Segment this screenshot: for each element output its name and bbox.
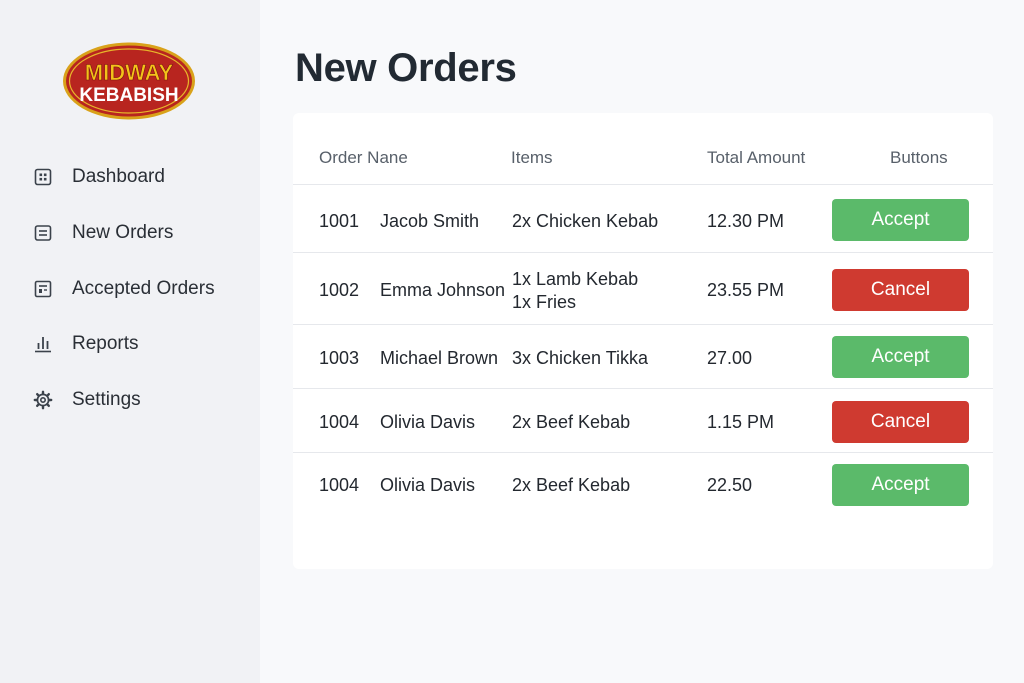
gear-icon <box>33 390 53 410</box>
order-items: 2x Chicken Kebab <box>512 210 658 233</box>
bar-chart-icon <box>33 334 53 354</box>
logo-emblem: MIDWAY KEBABISH <box>63 42 195 120</box>
order-total: 1.15 PM <box>707 412 775 432</box>
orders-list-icon <box>33 223 53 243</box>
sidebar-item-new-orders[interactable]: New Orders <box>0 213 260 253</box>
sidebar-item-label: Reports <box>72 333 139 354</box>
logo-text-line2: KEBABISH <box>79 85 178 106</box>
order-items: 3x Chicken Tikka <box>512 347 648 370</box>
customer-name: Olivia Davis <box>380 475 476 495</box>
accept-button[interactable]: Accept <box>832 464 969 506</box>
order-id: 1003 <box>319 348 360 368</box>
order-item: 2x Chicken Kebab <box>512 211 659 231</box>
table-row: 1002 Emma Johnson 1x Lamb Kebab 1x Fries … <box>293 253 993 325</box>
sidebar-item-label: Accepted Orders <box>72 278 215 299</box>
sidebar-item-label: New Orders <box>72 222 174 243</box>
order-item: 2x Beef Kebab <box>512 475 631 495</box>
order-total: 12.30 PM <box>707 211 785 231</box>
table-row: 1001 Jacob Smith 2x Chicken Kebab 12.30 … <box>293 185 993 253</box>
sidebar-item-label: Settings <box>72 389 141 410</box>
customer-name: Jacob Smith <box>380 211 480 231</box>
customer-name: Emma Johnson <box>380 280 506 300</box>
sidebar-item-dashboard[interactable]: Dashboard <box>0 157 260 197</box>
customer-name: Olivia Davis <box>380 412 476 432</box>
table-header: Order Nane Items Total Amount Buttons <box>293 113 993 185</box>
accept-button[interactable]: Accept <box>832 199 969 241</box>
order-total: 27.00 <box>707 348 753 368</box>
accept-button[interactable]: Accept <box>832 336 969 378</box>
order-total: 23.55 PM <box>707 280 785 300</box>
cancel-button[interactable]: Cancel <box>832 269 969 311</box>
column-header-buttons: Buttons <box>890 148 948 167</box>
cancel-button[interactable]: Cancel <box>832 401 969 443</box>
order-id: 1002 <box>319 280 360 300</box>
table-row: 1003 Michael Brown 3x Chicken Tikka 27.0… <box>293 325 993 389</box>
order-item: 1x Lamb Kebab <box>512 269 639 289</box>
order-item: 2x Beef Kebab <box>512 412 631 432</box>
order-total: 22.50 <box>707 475 753 495</box>
sidebar: MIDWAY KEBABISH Dashboard New Orders Acc… <box>0 0 260 683</box>
logo-text-line1: MIDWAY <box>85 60 174 85</box>
order-id: 1001 <box>319 211 360 231</box>
main-content: New Orders Order Nane Items Total Amount… <box>260 0 1024 683</box>
table-row: 1004 Olivia Davis 2x Beef Kebab 22.50 Ac… <box>293 453 993 517</box>
order-id: 1004 <box>319 412 360 432</box>
page-title: New Orders <box>295 46 517 90</box>
order-item: 1x Fries <box>512 292 577 312</box>
table-row: 1004 Olivia Davis 2x Beef Kebab 1.15 PM … <box>293 389 993 453</box>
sidebar-item-label: Dashboard <box>72 166 165 187</box>
brand-logo: MIDWAY KEBABISH <box>61 41 197 121</box>
column-header-total: Total Amount <box>707 148 806 167</box>
sidebar-item-accepted-orders[interactable]: Accepted Orders <box>0 269 260 309</box>
column-header-order-name: Order Nane <box>319 148 408 167</box>
order-items: 2x Beef Kebab <box>512 474 630 497</box>
orders-table: Order Nane Items Total Amount Buttons 10… <box>293 113 993 569</box>
receipt-icon <box>33 279 53 299</box>
customer-name: Michael Brown <box>380 348 499 368</box>
column-header-items: Items <box>511 148 553 167</box>
order-items: 2x Beef Kebab <box>512 411 630 434</box>
order-item: 3x Chicken Tikka <box>512 348 649 368</box>
dashboard-icon <box>33 167 53 187</box>
sidebar-item-settings[interactable]: Settings <box>0 380 260 420</box>
sidebar-item-reports[interactable]: Reports <box>0 324 260 364</box>
order-items: 1x Lamb Kebab 1x Fries <box>512 268 638 314</box>
order-id: 1004 <box>319 475 360 495</box>
